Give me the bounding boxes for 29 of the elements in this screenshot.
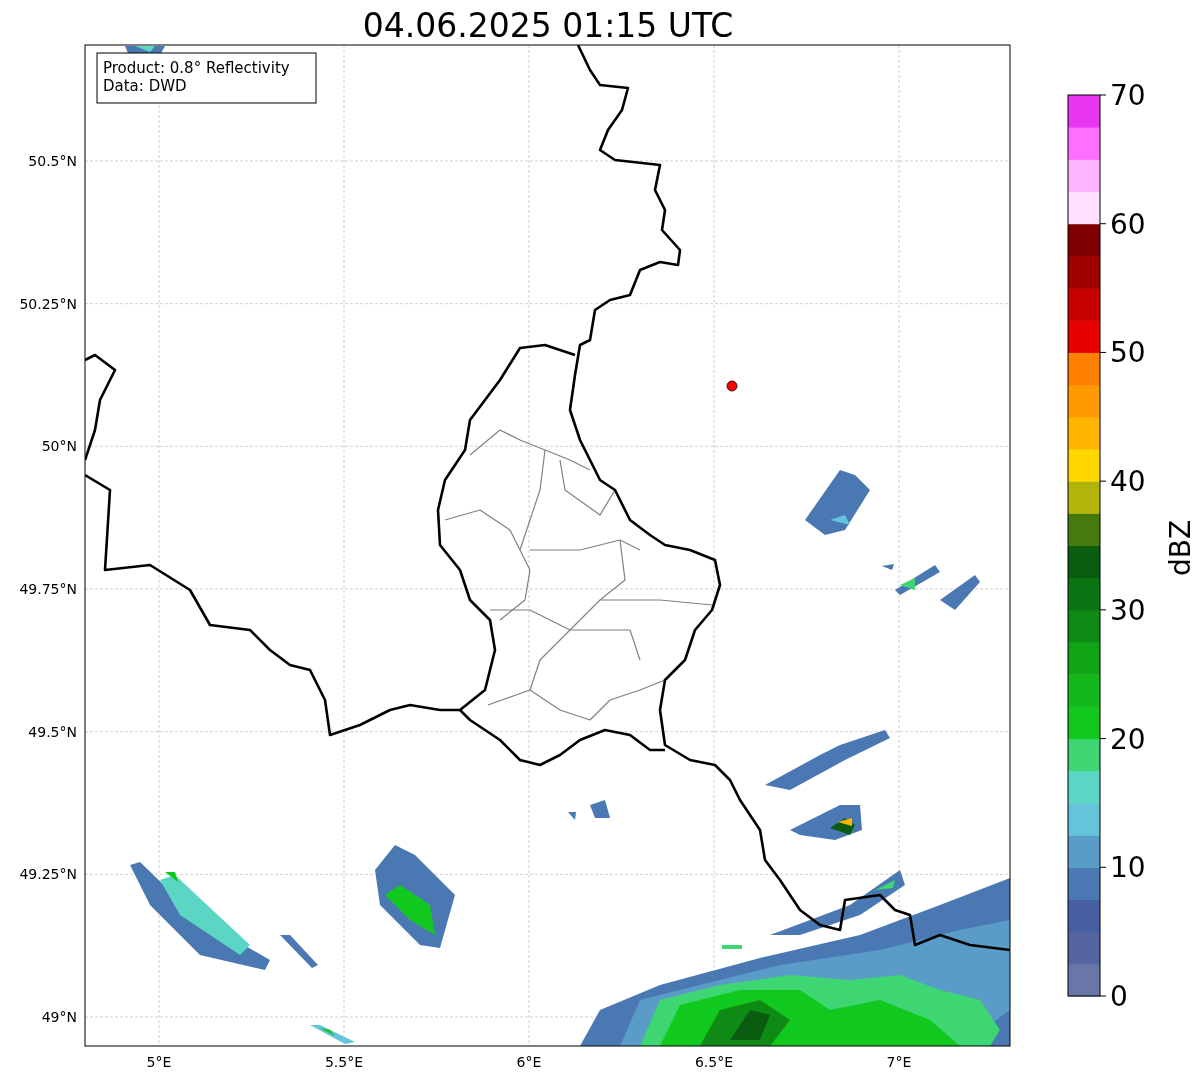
longitude-label: 6.5°E (694, 1054, 734, 1070)
longitude-label: 5.5°E (324, 1054, 364, 1070)
latitude-label: 50°N (41, 438, 77, 455)
colorbar-tick-label: 10 (1110, 851, 1146, 885)
colorbar-tick-label: 20 (1110, 722, 1146, 756)
colorbar-tick-label: 40 (1110, 465, 1146, 499)
latitude-label: 50.25°N (19, 295, 77, 312)
radar-echo (568, 800, 610, 820)
latitude-label: 49.75°N (19, 581, 77, 597)
longitude-label: 6°E (516, 1054, 542, 1070)
colorbar-tick-label: 30 (1110, 593, 1146, 627)
radar-site-marker (726, 380, 738, 392)
radar-echo (310, 1025, 355, 1044)
info-text: Data: DWD (103, 77, 187, 95)
latitude-label: 50.5°N (28, 153, 77, 169)
colorbar-label: dBZ (1164, 519, 1197, 577)
latitude-label: 49.5°N (28, 723, 77, 740)
latitude-label: 49°N (41, 1009, 77, 1025)
colorbar-tick-label: 60 (1110, 207, 1146, 241)
info-text: Product: 0.8° Reflectivity (103, 59, 290, 77)
colorbar-tick-label: 50 (1110, 336, 1146, 370)
colorbar-tick-label: 70 (1110, 79, 1146, 112)
latitude-label: 49.25°N (19, 866, 77, 883)
colorbar-tick-label: 0 (1110, 980, 1128, 1013)
chart-title: 04.06.2025 01:15 UTC (362, 6, 734, 45)
radar-echo (280, 935, 318, 968)
longitude-label: 7°E (886, 1054, 912, 1070)
longitude-label: 5°E (146, 1054, 172, 1070)
radar-echo (805, 470, 870, 535)
